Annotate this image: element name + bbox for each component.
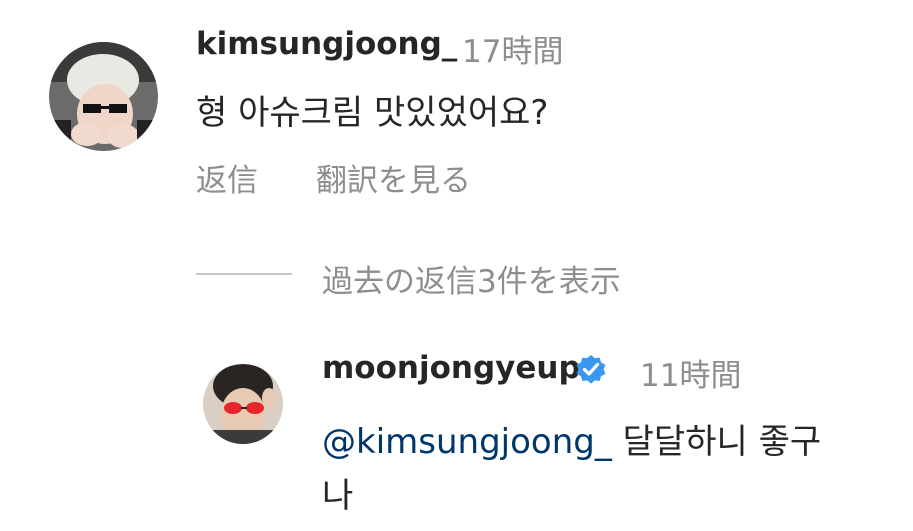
reply-text-line1: @kimsungjoong_ 달달하니 좋구 bbox=[322, 414, 821, 463]
see-translation-button[interactable]: 翻訳を見る bbox=[316, 155, 471, 200]
verified-badge-icon bbox=[573, 351, 609, 387]
replies-divider bbox=[196, 273, 292, 275]
reply-text-line2: 나 bbox=[322, 476, 354, 516]
replier-username[interactable]: moonjongyeup bbox=[322, 350, 581, 386]
view-previous-replies-button[interactable]: 過去の返信3件を表示 bbox=[322, 256, 621, 301]
comment-timestamp: 17時間 bbox=[462, 34, 564, 70]
commenter-avatar[interactable] bbox=[49, 42, 158, 151]
comment-text: 형 아슈크림 맛있었어요? bbox=[196, 93, 549, 133]
reply-text: 달달하니 좋구 bbox=[622, 422, 822, 462]
replier-avatar[interactable] bbox=[203, 364, 283, 444]
reply-button[interactable]: 返信 bbox=[196, 155, 258, 200]
mention-link[interactable]: @kimsungjoong_ bbox=[322, 422, 612, 462]
commenter-username[interactable]: kimsungjoong_ bbox=[196, 26, 457, 62]
reply-timestamp: 11時間 bbox=[640, 358, 742, 394]
